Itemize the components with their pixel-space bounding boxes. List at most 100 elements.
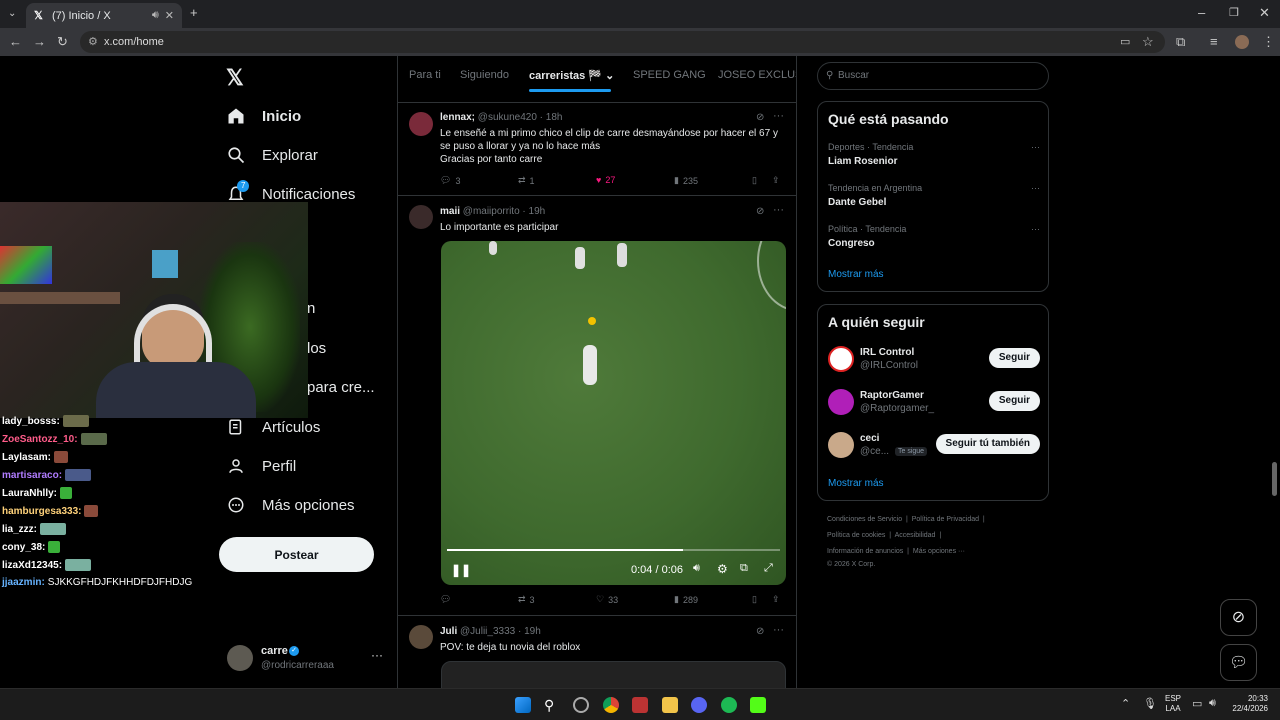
url-field[interactable]: ⚙ x.com/home (80, 31, 1165, 53)
grok-icon[interactable]: ⊘ (756, 112, 764, 123)
tab-joseo[interactable]: JOSEO EXCLUSIV (718, 69, 796, 81)
menu-icon[interactable]: ⋮ (1262, 35, 1275, 49)
trend-more-icon[interactable]: ··· (1031, 224, 1040, 234)
extensions-icon[interactable]: ⧉ (1176, 35, 1185, 49)
tab-speed-gang[interactable]: SPEED GANG (633, 69, 706, 81)
site-info-icon[interactable]: ⚙ (88, 31, 98, 53)
trend-item[interactable]: Política · Tendencia Congreso ··· (828, 224, 1040, 249)
bookmark-icon[interactable]: ▯ (752, 594, 757, 605)
follow-suggestion[interactable]: ceci @ce... Te sigue Seguir tú también (828, 430, 1040, 460)
tweet-author[interactable]: lennax; (440, 112, 475, 123)
follow-button[interactable]: Seguir (988, 348, 1040, 368)
nav-item-partial-2[interactable]: los (307, 340, 326, 357)
footer-link[interactable]: Política de cookies (827, 532, 885, 539)
kick-icon[interactable] (750, 697, 766, 713)
grok-icon[interactable]: ⊘ (756, 206, 764, 217)
search-input[interactable]: ⚲ Buscar (817, 62, 1049, 90)
tweet-time[interactable]: 19h (524, 626, 541, 637)
network-icon[interactable]: ▭ (1192, 697, 1202, 710)
footer-link[interactable]: Más opciones ··· (913, 548, 965, 555)
tweet-handle[interactable]: @sukune420 (478, 112, 537, 123)
file-explorer-icon[interactable] (662, 697, 678, 713)
reply-button[interactable]: 💬︎ (440, 594, 451, 605)
show-more-follows[interactable]: Mostrar más (828, 478, 884, 489)
forward-icon[interactable]: → (33, 35, 46, 49)
x-logo[interactable]: 𝕏 (226, 65, 244, 91)
pause-icon[interactable]: ❚❚ (451, 563, 471, 577)
account-more-icon[interactable]: ··· (371, 648, 383, 662)
footer-link[interactable]: Accesibilidad (895, 532, 936, 539)
tab-search-icon[interactable]: ⌄ (8, 7, 16, 21)
share-icon[interactable]: ⇪ (772, 175, 780, 186)
tweet-more-icon[interactable]: ··· (773, 110, 784, 122)
close-window-icon[interactable]: ✕ (1259, 6, 1270, 20)
nav-home[interactable]: Inicio (226, 106, 301, 126)
follow-back-button[interactable]: Seguir tú también (935, 434, 1040, 454)
avatar[interactable] (409, 625, 433, 649)
maximize-icon[interactable]: ❐ (1229, 6, 1239, 20)
tweet-author[interactable]: maii (440, 206, 460, 217)
post-button[interactable]: Postear (219, 537, 374, 572)
tweet-time[interactable]: 19h (529, 206, 546, 217)
profile-avatar[interactable] (1235, 35, 1249, 49)
nav-item-partial-3[interactable]: para cre... (307, 379, 375, 396)
reload-icon[interactable]: ↻ (57, 35, 68, 49)
nav-explore[interactable]: Explorar (226, 145, 318, 165)
windows-start-icon[interactable] (515, 697, 531, 713)
messages-button[interactable]: 💬︎ (1220, 644, 1257, 681)
clock[interactable]: 20:33 22/4/2026 (1228, 694, 1268, 714)
share-icon[interactable]: ⇪ (772, 594, 780, 605)
tweet-more-icon[interactable]: ··· (773, 204, 784, 216)
search-icon[interactable]: ⚲ (544, 697, 560, 713)
follow-suggestion[interactable]: IRL Control @IRLControl Seguir (828, 344, 1040, 374)
tweet-author[interactable]: Juli (440, 626, 457, 637)
video-progress-track[interactable] (447, 549, 780, 551)
nav-notifications[interactable]: 7 Notificaciones (226, 180, 355, 204)
bookmark-star-icon[interactable]: ☆ (1142, 35, 1154, 49)
tweet-handle[interactable]: @Julii_3333 (460, 626, 515, 637)
nav-profile[interactable]: Perfil (226, 456, 296, 476)
spotify-icon[interactable] (721, 697, 737, 713)
footer-link[interactable]: Condiciones de Servicio (827, 516, 902, 523)
repost-button[interactable]: ⇄ 3 (518, 594, 535, 605)
volume-icon[interactable]: 🔊︎ (693, 562, 700, 575)
timeline[interactable]: Para ti Siguiendo carreristas 🏁 ⌄ SPEED … (397, 56, 797, 688)
video-player[interactable]: ❚❚ 0:04 / 0:06 🔊︎ ⚙ ⧉ ⤢ (441, 241, 786, 585)
browser-tab[interactable]: 𝕏 (7) Inicio / X 🔊︎ ✕ (26, 3, 182, 28)
nav-item-partial-1[interactable]: n (307, 300, 315, 317)
views-button[interactable]: ▮ 235 (674, 175, 698, 186)
cast-icon[interactable]: ▭ (1120, 35, 1130, 49)
account-switcher[interactable]: carre ✓ @rodricarreraaa ··· (227, 644, 387, 674)
page-scrollbar[interactable] (1272, 462, 1277, 496)
footer-link[interactable]: Política de Privacidad (912, 516, 979, 523)
app-icon[interactable] (573, 697, 589, 713)
show-more-trends[interactable]: Mostrar más (828, 269, 884, 280)
trend-more-icon[interactable]: ··· (1031, 142, 1040, 152)
tweet-handle[interactable]: @maiiporrito (463, 206, 520, 217)
discord-icon[interactable] (691, 697, 707, 713)
tab-carreristas[interactable]: carreristas 🏁 ⌄ (529, 69, 614, 82)
nav-more[interactable]: Más opciones (226, 495, 355, 515)
follow-button[interactable]: Seguir (988, 391, 1040, 411)
new-tab-icon[interactable]: + (190, 6, 198, 20)
tweet-more-icon[interactable]: ··· (773, 624, 784, 636)
settings-gear-icon[interactable]: ⚙ (717, 562, 728, 576)
speaker-icon[interactable]: 🔊︎ (152, 9, 159, 22)
like-button[interactable]: ♥ 27 (596, 175, 615, 185)
avatar[interactable] (409, 112, 433, 136)
chrome-icon[interactable] (603, 697, 619, 713)
views-button[interactable]: ▮ 289 (674, 594, 698, 605)
pip-icon[interactable]: ⧉ (740, 562, 748, 575)
trend-item[interactable]: Deportes · Tendencia Liam Rosenior ··· (828, 142, 1040, 167)
minimize-icon[interactable]: – (1198, 6, 1205, 20)
follow-suggestion[interactable]: RaptorGamer @Raptorgamer_ Seguir (828, 387, 1040, 417)
volume-icon[interactable]: 🔊︎ (1209, 697, 1216, 710)
tweet[interactable]: lennax; @sukune420 · 18h ⊘ ··· Le enseñé… (398, 104, 796, 196)
tweet[interactable]: maii @maiiporrito · 19h ⊘ ··· Lo importa… (398, 197, 796, 616)
back-icon[interactable]: ← (9, 35, 22, 49)
trend-more-icon[interactable]: ··· (1031, 183, 1040, 193)
language-indicator[interactable]: ESP LAA (1165, 694, 1181, 714)
tweet-media[interactable] (441, 661, 786, 688)
tweet[interactable]: Juli @Julii_3333 · 19h ⊘ ··· POV: te dej… (398, 617, 796, 688)
nav-articles[interactable]: Artículos (226, 417, 320, 437)
